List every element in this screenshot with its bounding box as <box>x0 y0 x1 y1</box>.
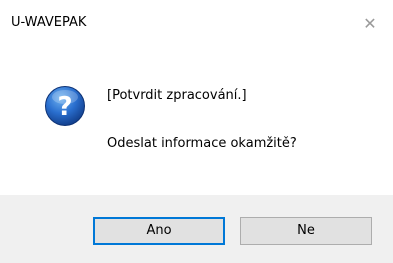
dialog-message: Odeslat informace okamžitě? <box>107 136 297 151</box>
window-title: U-WAVEPAK <box>11 15 87 30</box>
message-dialog: U-WAVEPAK ✕ ? [Potvrdit zpracování.] Ode… <box>0 0 393 263</box>
no-button[interactable]: Ne <box>240 217 372 245</box>
dialog-heading: [Potvrdit zpracování.] <box>107 88 247 103</box>
question-icon: ? <box>44 85 86 127</box>
close-button[interactable]: ✕ <box>347 0 393 48</box>
question-glyph: ? <box>57 92 72 122</box>
title-bar: U-WAVEPAK ✕ <box>0 0 393 50</box>
button-bar: Ano Ne <box>0 195 393 263</box>
yes-button[interactable]: Ano <box>93 217 225 245</box>
close-icon: ✕ <box>363 14 377 33</box>
